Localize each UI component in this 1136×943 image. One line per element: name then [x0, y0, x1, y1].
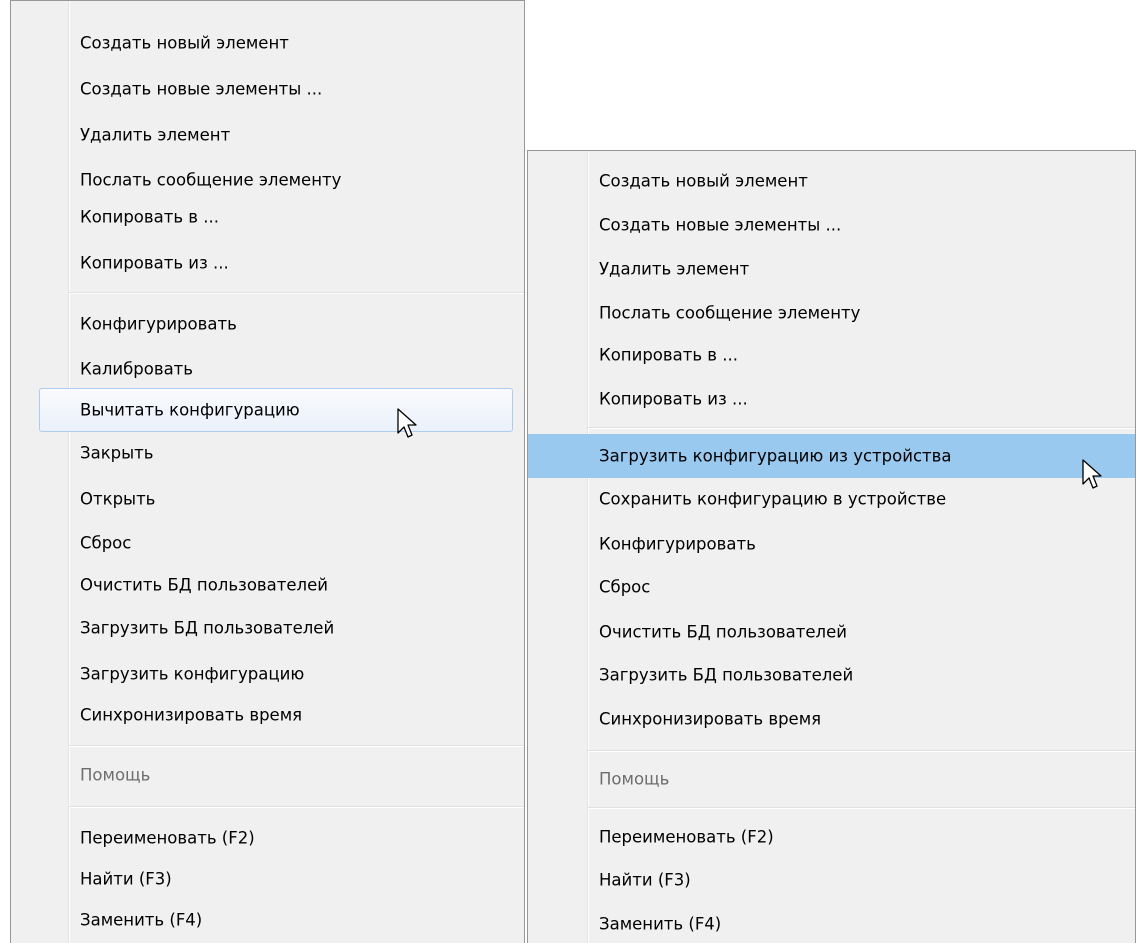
- menu-item-label: Закрыть: [80, 443, 154, 463]
- menu-item-create-elements[interactable]: Создать новые элементы ...: [528, 203, 1135, 247]
- menu-item-label: Копировать из ...: [599, 389, 748, 409]
- menu-item-label: Копировать в ...: [80, 207, 220, 227]
- menu-item-label: Очистить БД пользователей: [80, 575, 328, 595]
- menu-item-replace[interactable]: Заменить (F4): [11, 898, 524, 942]
- menu-item-label: Создать новые элементы ...: [599, 215, 842, 235]
- menu-item-help: Помощь: [11, 753, 524, 797]
- menu-item-label: Создать новые элементы ...: [80, 79, 323, 99]
- menu-separator: [588, 807, 1135, 809]
- menu-item-label: Сохранить конфигурацию в устройстве: [599, 489, 947, 509]
- menu-separator: [69, 745, 524, 747]
- menu-item-label: Конфигурировать: [80, 314, 237, 334]
- menu-item-label: Сброс: [80, 533, 132, 553]
- menu-item-label: Удалить элемент: [599, 259, 750, 279]
- context-menu-right: Создать новый элемент Создать новые элем…: [527, 150, 1136, 943]
- menu-item-label: Помощь: [599, 769, 670, 789]
- menu-item-label: Заменить (F4): [80, 910, 203, 930]
- arrow-cursor-icon: [1082, 459, 1102, 489]
- menu-item-label: Синхронизировать время: [80, 705, 303, 725]
- menu-item-sync-time[interactable]: Синхронизировать время: [11, 693, 524, 737]
- menu-item-copy-from[interactable]: Копировать из ...: [528, 377, 1135, 421]
- menu-item-reset[interactable]: Сброс: [528, 565, 1135, 609]
- menu-item-close[interactable]: Закрыть: [11, 431, 524, 475]
- menu-item-send-message[interactable]: Послать сообщение элементу: [528, 291, 1135, 335]
- menu-item-reset[interactable]: Сброс: [11, 521, 524, 565]
- menu-item-label: Загрузить конфигурацию: [80, 664, 305, 684]
- menu-item-label: Переименовать (F2): [599, 827, 774, 847]
- menu-item-rename[interactable]: Переименовать (F2): [528, 815, 1135, 859]
- menu-item-delete-element[interactable]: Удалить элемент: [528, 247, 1135, 291]
- menu-item-label: Конфигурировать: [599, 534, 756, 554]
- menu-item-label: Копировать в ...: [599, 345, 739, 365]
- menu-item-save-config-to-device[interactable]: Сохранить конфигурацию в устройстве: [528, 477, 1135, 521]
- menu-item-clear-user-db[interactable]: Очистить БД пользователей: [11, 563, 524, 607]
- menu-item-copy-to[interactable]: Копировать в ...: [11, 195, 524, 239]
- menu-item-label: Загрузить БД пользователей: [599, 665, 854, 685]
- menu-item-open[interactable]: Открыть: [11, 477, 524, 521]
- menu-separator: [69, 292, 524, 294]
- menu-item-label: Помощь: [80, 765, 151, 785]
- menu-separator: [69, 806, 524, 808]
- menu-item-replace[interactable]: Заменить (F4): [528, 902, 1135, 943]
- menu-item-calibrate[interactable]: Калибровать: [11, 347, 524, 391]
- menu-item-label: Найти (F3): [599, 870, 691, 890]
- menu-item-label: Загрузить БД пользователей: [80, 618, 335, 638]
- menu-item-label: Создать новый элемент: [599, 171, 808, 191]
- menu-item-load-config[interactable]: Загрузить конфигурацию: [11, 652, 524, 696]
- menu-item-label: Калибровать: [80, 359, 194, 379]
- menu-item-label: Вычитать конфигурацию: [80, 400, 300, 420]
- menu-item-rename[interactable]: Переименовать (F2): [11, 816, 524, 860]
- menu-item-label: Переименовать (F2): [80, 828, 255, 848]
- menu-item-load-config-from-device[interactable]: Загрузить конфигурацию из устройства: [528, 434, 1135, 478]
- menu-item-delete-element[interactable]: Удалить элемент: [11, 113, 524, 157]
- menu-item-label: Сброс: [599, 577, 651, 597]
- menu-item-create-elements[interactable]: Создать новые элементы ...: [11, 67, 524, 111]
- menu-item-help: Помощь: [528, 757, 1135, 801]
- menu-item-sync-time[interactable]: Синхронизировать время: [528, 697, 1135, 741]
- menu-item-find[interactable]: Найти (F3): [11, 857, 524, 901]
- menu-item-copy-from[interactable]: Копировать из ...: [11, 241, 524, 285]
- menu-item-label: Заменить (F4): [599, 914, 722, 934]
- menu-item-create-element[interactable]: Создать новый элемент: [528, 159, 1135, 203]
- menu-item-label: Послать сообщение элементу: [80, 170, 342, 190]
- menu-item-read-config[interactable]: Вычитать конфигурацию: [39, 388, 513, 432]
- arrow-cursor-icon: [397, 408, 417, 438]
- menu-item-label: Послать сообщение элементу: [599, 303, 861, 323]
- menu-item-label: Удалить элемент: [80, 125, 231, 145]
- menu-separator: [588, 427, 1135, 429]
- menu-item-label: Создать новый элемент: [80, 33, 289, 53]
- menu-item-label: Загрузить конфигурацию из устройства: [599, 446, 952, 466]
- menu-item-find[interactable]: Найти (F3): [528, 858, 1135, 902]
- menu-item-copy-to[interactable]: Копировать в ...: [528, 333, 1135, 377]
- menu-item-clear-user-db[interactable]: Очистить БД пользователей: [528, 610, 1135, 654]
- menu-item-configure[interactable]: Конфигурировать: [528, 522, 1135, 566]
- menu-item-label: Копировать из ...: [80, 253, 229, 273]
- menu-separator: [588, 750, 1135, 752]
- menu-item-label: Очистить БД пользователей: [599, 622, 847, 642]
- menu-item-load-user-db[interactable]: Загрузить БД пользователей: [11, 606, 524, 650]
- menu-item-label: Найти (F3): [80, 869, 172, 889]
- menu-item-create-element[interactable]: Создать новый элемент: [11, 21, 524, 65]
- menu-item-label: Открыть: [80, 489, 156, 509]
- menu-item-load-user-db[interactable]: Загрузить БД пользователей: [528, 653, 1135, 697]
- menu-item-configure[interactable]: Конфигурировать: [11, 302, 524, 346]
- context-menu-left: Создать новый элемент Создать новые элем…: [10, 0, 525, 943]
- menu-item-label: Синхронизировать время: [599, 709, 822, 729]
